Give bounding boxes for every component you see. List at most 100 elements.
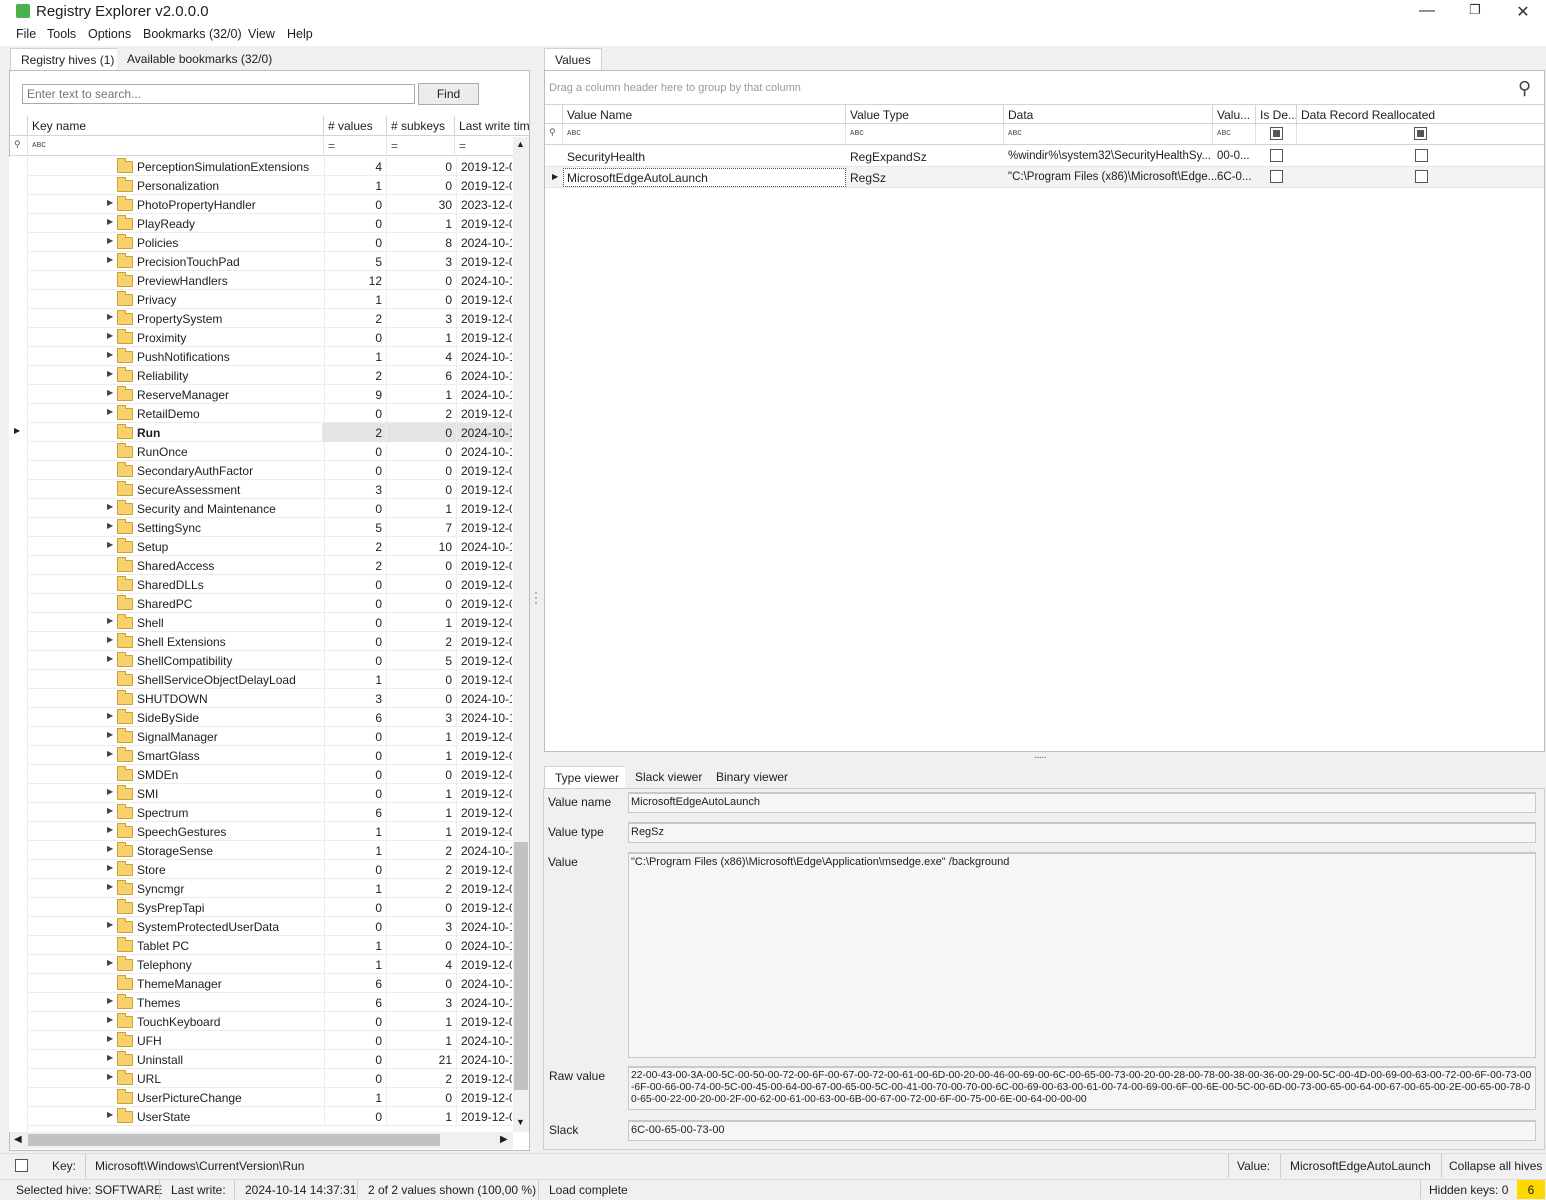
tree-row[interactable]: SecureAssessment 3 0 2019-12-0 bbox=[10, 480, 513, 499]
expand-arrow-icon[interactable]: ▶ bbox=[107, 863, 113, 872]
expand-arrow-icon[interactable]: ▶ bbox=[107, 540, 113, 549]
tree-row[interactable]: ▶ PrecisionTouchPad 5 3 2019-12-0 bbox=[10, 252, 513, 271]
tree-row[interactable]: ▶ Setup 2 10 2024-10-1 bbox=[10, 537, 513, 556]
tree-row[interactable]: ▶ Telephony 1 4 2019-12-0 bbox=[10, 955, 513, 974]
filter-data-record-reallocated[interactable] bbox=[1297, 125, 1544, 144]
menu-help[interactable]: Help bbox=[287, 27, 313, 41]
expand-arrow-icon[interactable]: ▶ bbox=[107, 1034, 113, 1043]
tree-row[interactable]: ▶ SystemProtectedUserData 0 3 2024-10-1 bbox=[10, 917, 513, 936]
tab-values[interactable]: Values bbox=[544, 48, 602, 71]
tree-row[interactable]: UserPictureChange 1 0 2019-12-0 bbox=[10, 1088, 513, 1107]
tree-row[interactable]: ▶ Shell 0 1 2019-12-0 bbox=[10, 613, 513, 632]
expand-arrow-icon[interactable]: ▶ bbox=[107, 711, 113, 720]
raw-value-field[interactable]: 22-00-43-00-3A-00-5C-00-50-00-72-00-6F-0… bbox=[628, 1066, 1536, 1110]
tree-row[interactable]: ThemeManager 6 0 2024-10-1 bbox=[10, 974, 513, 993]
scroll-right-icon[interactable]: ▶ bbox=[500, 1134, 508, 1145]
tree-row[interactable]: ▶ Shell Extensions 0 2 2019-12-0 bbox=[10, 632, 513, 651]
expand-arrow-icon[interactable]: ▶ bbox=[107, 787, 113, 796]
value-field[interactable]: "C:\Program Files (x86)\Microsoft\Edge\A… bbox=[628, 852, 1536, 1058]
expand-arrow-icon[interactable]: ▶ bbox=[107, 635, 113, 644]
value-name-field[interactable]: MicrosoftEdgeAutoLaunch bbox=[628, 792, 1536, 813]
search-icon[interactable]: ⚲ bbox=[1518, 78, 1531, 99]
expand-arrow-icon[interactable]: ▶ bbox=[107, 198, 113, 207]
tree-row[interactable]: ▶ Themes 6 3 2024-10-1 bbox=[10, 993, 513, 1012]
column-value-name[interactable]: Value Name bbox=[563, 105, 846, 125]
tree-row[interactable]: ▶ TouchKeyboard 0 1 2019-12-0 bbox=[10, 1012, 513, 1031]
tab-available-bookmarks[interactable]: Available bookmarks (32/0) bbox=[117, 48, 283, 71]
tree-row[interactable]: ▶ SMI 0 1 2019-12-0 bbox=[10, 784, 513, 803]
expand-arrow-icon[interactable]: ▶ bbox=[107, 236, 113, 245]
filter-data[interactable]: ᴀʙc bbox=[1004, 125, 1213, 144]
filter-value-type[interactable]: ᴀʙc bbox=[846, 125, 1004, 144]
tree-row[interactable]: SHUTDOWN 3 0 2024-10-1 bbox=[10, 689, 513, 708]
tree-vertical-scroll-thumb[interactable] bbox=[514, 842, 528, 1090]
tree-row[interactable]: ▶ SideBySide 6 3 2024-10-1 bbox=[10, 708, 513, 727]
filter-value-name[interactable]: ᴀʙc bbox=[563, 125, 846, 144]
filter-last-write[interactable]: = bbox=[455, 137, 515, 156]
minimize-icon[interactable]: — bbox=[1412, 2, 1442, 22]
column-value-slack[interactable]: Valu... bbox=[1213, 105, 1256, 125]
find-button[interactable]: Find bbox=[418, 83, 479, 105]
expand-arrow-icon[interactable]: ▶ bbox=[107, 882, 113, 891]
tree-row[interactable]: SharedPC 0 0 2019-12-0 bbox=[10, 594, 513, 613]
reallocated-checkbox[interactable] bbox=[1415, 170, 1428, 183]
tree-row[interactable]: Run 2 0 2024-10-1 bbox=[10, 423, 513, 442]
tab-slack-viewer[interactable]: Slack viewer bbox=[625, 766, 713, 789]
slack-field[interactable]: 6C-00-65-00-73-00 bbox=[628, 1120, 1536, 1141]
expand-arrow-icon[interactable]: ▶ bbox=[107, 825, 113, 834]
tree-row[interactable]: ▶ Policies 0 8 2024-10-1 bbox=[10, 233, 513, 252]
expand-arrow-icon[interactable]: ▶ bbox=[107, 369, 113, 378]
tab-type-viewer[interactable]: Type viewer bbox=[544, 766, 631, 789]
filter-key-name[interactable]: ᴀʙc bbox=[28, 137, 324, 156]
tree-row[interactable]: ▶ PushNotifications 1 4 2024-10-1 bbox=[10, 347, 513, 366]
vertical-splitter-grip[interactable]: · · · bbox=[534, 586, 538, 608]
tree-row[interactable]: ▶ SpeechGestures 1 1 2019-12-0 bbox=[10, 822, 513, 841]
expand-arrow-icon[interactable]: ▶ bbox=[107, 958, 113, 967]
expand-arrow-icon[interactable]: ▶ bbox=[107, 844, 113, 853]
expand-arrow-icon[interactable]: ▶ bbox=[107, 312, 113, 321]
tree-row[interactable]: ▶ URL 0 2 2019-12-0 bbox=[10, 1069, 513, 1088]
tree-row[interactable]: ▶ ReserveManager 9 1 2024-10-1 bbox=[10, 385, 513, 404]
tree-row[interactable]: ▶ PlayReady 0 1 2019-12-0 bbox=[10, 214, 513, 233]
restore-icon[interactable]: ❐ bbox=[1460, 2, 1490, 22]
tree-row[interactable]: ▶ Spectrum 6 1 2019-12-0 bbox=[10, 803, 513, 822]
tree-row[interactable]: Personalization 1 0 2019-12-0 bbox=[10, 176, 513, 195]
tree-row[interactable]: SharedDLLs 0 0 2019-12-0 bbox=[10, 575, 513, 594]
menu-file[interactable]: File bbox=[16, 27, 36, 41]
tree-row[interactable]: ▶ SmartGlass 0 1 2019-12-0 bbox=[10, 746, 513, 765]
tree-row[interactable]: ▶ RetailDemo 0 2 2019-12-0 bbox=[10, 404, 513, 423]
column-data[interactable]: Data bbox=[1004, 105, 1213, 125]
tree-row[interactable]: Privacy 1 0 2019-12-0 bbox=[10, 290, 513, 309]
expand-arrow-icon[interactable]: ▶ bbox=[107, 1053, 113, 1062]
column-is-deleted[interactable]: Is De... bbox=[1256, 105, 1297, 125]
expand-arrow-icon[interactable]: ▶ bbox=[107, 1110, 113, 1119]
tree-row[interactable]: ▶ Uninstall 0 21 2024-10-1 bbox=[10, 1050, 513, 1069]
value-row[interactable]: SecurityHealth RegExpandSz %windir%\syst… bbox=[545, 146, 1544, 167]
tab-registry-hives[interactable]: Registry hives (1) bbox=[10, 48, 126, 71]
tree-row[interactable]: ▶ Store 0 2 2019-12-0 bbox=[10, 860, 513, 879]
expand-arrow-icon[interactable]: ▶ bbox=[107, 616, 113, 625]
column-value-type[interactable]: Value Type bbox=[846, 105, 1004, 125]
expand-arrow-icon[interactable]: ▶ bbox=[107, 654, 113, 663]
expand-arrow-icon[interactable]: ▶ bbox=[107, 1072, 113, 1081]
menu-view[interactable]: View bbox=[248, 27, 275, 41]
expand-arrow-icon[interactable]: ▶ bbox=[107, 502, 113, 511]
tree-vertical-scrollbar[interactable]: ▲ ▼ bbox=[513, 137, 529, 1132]
expand-arrow-icon[interactable]: ▶ bbox=[107, 996, 113, 1005]
tree-row[interactable]: SharedAccess 2 0 2019-12-0 bbox=[10, 556, 513, 575]
tree-row[interactable]: ▶ ShellCompatibility 0 5 2019-12-0 bbox=[10, 651, 513, 670]
filter-value-slack[interactable]: ᴀʙc bbox=[1213, 125, 1256, 144]
is-deleted-checkbox[interactable] bbox=[1270, 149, 1283, 162]
column-values[interactable]: # values bbox=[324, 116, 387, 136]
reallocated-checkbox[interactable] bbox=[1415, 149, 1428, 162]
expand-arrow-icon[interactable]: ▶ bbox=[107, 255, 113, 264]
expand-arrow-icon[interactable]: ▶ bbox=[107, 730, 113, 739]
value-row-selected[interactable]: ▶ MicrosoftEdgeAutoLaunch RegSz "C:\Prog… bbox=[545, 167, 1544, 188]
expand-arrow-icon[interactable]: ▶ bbox=[107, 749, 113, 758]
expand-arrow-icon[interactable]: ▶ bbox=[107, 331, 113, 340]
tree-row[interactable]: ▶ UserState 0 1 2019-12-0 bbox=[10, 1107, 513, 1126]
tree-row[interactable]: SMDEn 0 0 2019-12-0 bbox=[10, 765, 513, 784]
tree-row[interactable]: SecondaryAuthFactor 0 0 2019-12-0 bbox=[10, 461, 513, 480]
scroll-left-icon[interactable]: ◀ bbox=[14, 1134, 22, 1145]
column-subkeys[interactable]: # subkeys bbox=[387, 116, 455, 136]
